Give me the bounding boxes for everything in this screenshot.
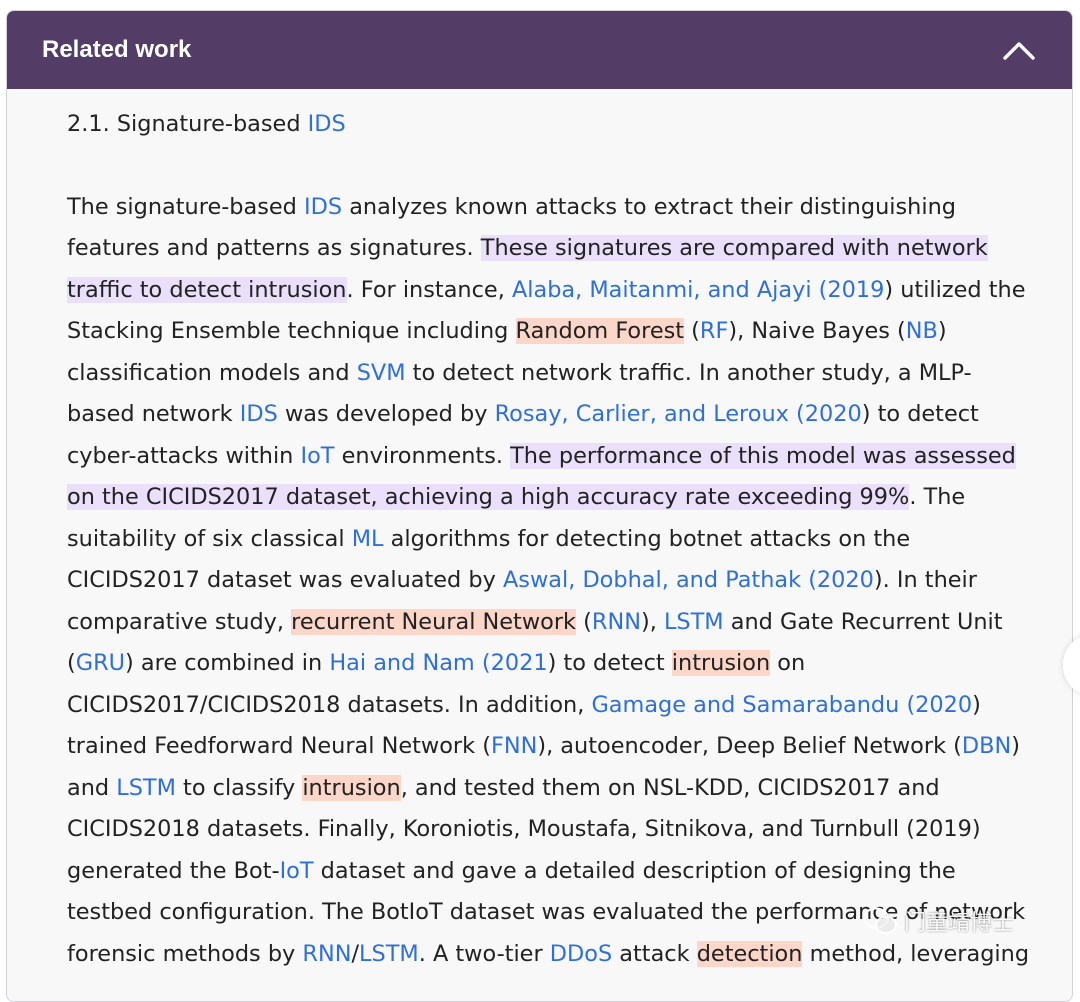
citation-link[interactable]: Gamage and Samarabandu (2020 — [591, 692, 972, 718]
citation-link[interactable]: Hai and Nam (2021 — [329, 650, 547, 676]
text-segment: ), — [640, 608, 664, 635]
watermark: 门童靖博士 — [862, 905, 1014, 937]
orange-highlight: Random Forest — [515, 318, 685, 344]
citation-link[interactable]: Alaba, Maitanmi, and Ajayi (2019 — [512, 277, 884, 303]
citation-link[interactable]: IoT — [301, 443, 335, 469]
text-segment: method, leveraging — [802, 940, 1030, 967]
text-segment: ), autoencoder, Deep Belief Network ( — [537, 733, 962, 759]
text-segment: The signature-based — [67, 193, 305, 220]
text-segment: ) are combined in — [125, 650, 330, 676]
citation-link[interactable]: RNN — [592, 609, 641, 635]
citation-link[interactable]: DDoS — [550, 941, 612, 967]
subheading-text: 2.1. Signature-based — [67, 111, 308, 137]
text-segment: / — [351, 940, 360, 967]
citation-link[interactable]: NB — [906, 318, 938, 344]
citation-link[interactable]: SVM — [357, 360, 406, 386]
watermark-text: 门童靖博士 — [904, 911, 1015, 936]
citation-link[interactable]: DBN — [962, 733, 1011, 759]
orange-highlight: detection — [696, 940, 803, 967]
panel-header[interactable]: Related work — [7, 11, 1072, 89]
text-segment: environments. — [334, 442, 511, 469]
text-segment: ( — [684, 318, 700, 344]
text-segment: . A two-tier — [418, 940, 550, 967]
body-paragraph: The signature-based IDS analyzes known a… — [67, 187, 1032, 976]
citation-link[interactable]: LSTM — [359, 941, 419, 967]
citation-link[interactable]: Rosay, Carlier, and Leroux (2020 — [495, 401, 862, 427]
citation-link[interactable]: GRU — [76, 650, 125, 676]
orange-highlight: intrusion — [671, 650, 771, 676]
citation-link[interactable]: Aswal, Dobhal, and Pathak (2020 — [503, 567, 874, 593]
citation-link[interactable]: IoT — [280, 858, 314, 884]
wechat-icon — [863, 907, 897, 934]
orange-highlight: intrusion — [302, 774, 401, 801]
text-segment: ), Naive Bayes ( — [728, 318, 906, 344]
text-segment: ) to detect — [547, 650, 672, 676]
panel-body: 2.1. Signature-based IDS The signature-b… — [7, 89, 1072, 975]
citation-link[interactable]: RF — [700, 318, 728, 344]
section-subheading: 2.1. Signature-based IDS — [67, 104, 1032, 146]
related-work-panel: Related work 2.1. Signature-based IDS Th… — [6, 10, 1073, 1002]
text-segment: to classify — [175, 774, 303, 801]
citation-link[interactable]: RNN — [302, 941, 351, 967]
subheading-link[interactable]: IDS — [308, 111, 346, 137]
text-segment: attack — [612, 940, 697, 967]
orange-highlight: recurrent Neural Network — [291, 608, 577, 635]
text-segment: ( — [576, 608, 592, 635]
citation-link[interactable]: LSTM — [116, 775, 176, 801]
text-segment: was developed by — [277, 401, 495, 427]
citation-link[interactable]: IDS — [304, 194, 342, 220]
citation-link[interactable]: LSTM — [664, 609, 724, 635]
citation-link[interactable]: FNN — [491, 733, 537, 759]
citation-link[interactable]: ML — [352, 526, 384, 552]
panel-title: Related work — [42, 36, 192, 63]
text-segment: . For instance, — [346, 276, 512, 303]
chevron-up-icon[interactable] — [1002, 39, 1036, 61]
citation-link[interactable]: IDS — [240, 401, 278, 427]
